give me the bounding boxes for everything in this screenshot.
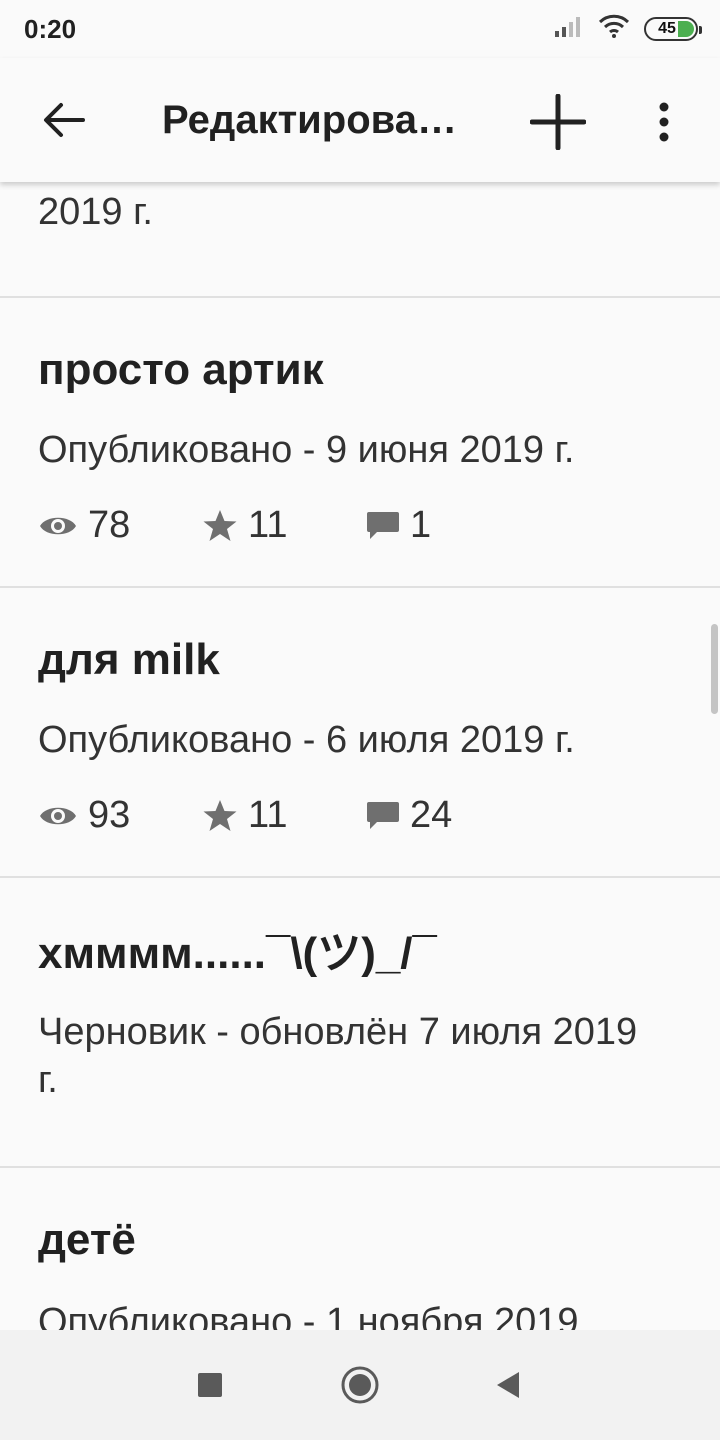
scrollbar[interactable] xyxy=(711,624,718,714)
eye-icon xyxy=(40,517,76,534)
list-item[interactable]: хмммм......¯\(ツ)_/¯ Черновик - обновлён … xyxy=(0,878,720,1168)
stars-count: 11 xyxy=(248,794,288,836)
post-status: 2019 г. xyxy=(38,191,153,233)
add-button[interactable] xyxy=(528,92,588,152)
status-icons: 45 xyxy=(554,14,702,43)
more-options-button[interactable] xyxy=(646,92,682,152)
views-count: 78 xyxy=(88,504,131,546)
battery-level: 45 xyxy=(658,19,676,37)
comments-count: 24 xyxy=(410,794,453,836)
list-item[interactable]: для milk Опубликовано - 6 июля 2019 г. 9… xyxy=(0,588,720,878)
post-stats: 93 11 24 xyxy=(38,794,452,837)
posts-list[interactable]: 2019 г. просто артик Опубликовано - 9 ию… xyxy=(0,182,720,1330)
plus-icon xyxy=(530,94,586,150)
back-button[interactable] xyxy=(40,96,88,144)
triangle-back-icon xyxy=(497,1372,519,1398)
eye-icon xyxy=(40,807,76,824)
status-time: 0:20 xyxy=(24,14,77,44)
post-title: просто артик xyxy=(38,345,324,394)
circle-icon xyxy=(341,1366,379,1404)
back-nav-button[interactable] xyxy=(486,1363,530,1407)
signal-icon xyxy=(554,14,584,43)
post-status: Опубликовано - 6 июля 2019 г. xyxy=(38,719,575,761)
app-bar: Редактирова… xyxy=(0,58,720,182)
home-button[interactable] xyxy=(338,1363,382,1407)
star-icon xyxy=(203,509,237,541)
list-item[interactable]: просто артик Опубликовано - 9 июня 2019 … xyxy=(0,298,720,588)
post-title: хмммм......¯\(ツ)_/¯ xyxy=(38,929,437,978)
post-status: Черновик - обновлён 7 июля 2019 г. xyxy=(38,1011,638,1101)
more-vert-icon xyxy=(659,102,669,142)
status-bar: 0:20 45 xyxy=(0,0,720,58)
square-icon xyxy=(198,1373,222,1397)
post-status: Опубликовано - 9 июня 2019 г. xyxy=(38,429,575,471)
recents-button[interactable] xyxy=(188,1363,232,1407)
stars-count: 11 xyxy=(248,504,288,546)
post-stats: 78 11 1 xyxy=(38,504,431,547)
comment-icon xyxy=(367,801,399,829)
page-title: Редактирова… xyxy=(162,98,457,142)
post-title: для milk xyxy=(38,635,220,684)
comment-icon xyxy=(367,511,399,539)
post-title: детё xyxy=(38,1215,136,1264)
post-status: Опубликовано - 1 ноября 2019 xyxy=(38,1301,579,1330)
battery-icon: 45 xyxy=(644,16,702,41)
star-icon xyxy=(203,799,237,831)
system-nav-bar xyxy=(0,1330,720,1440)
arrow-back-icon xyxy=(44,103,85,137)
list-item[interactable]: 2019 г. xyxy=(0,182,720,298)
comments-count: 1 xyxy=(410,504,432,546)
wifi-icon xyxy=(598,14,630,43)
list-item[interactable]: детё Опубликовано - 1 ноября 2019 xyxy=(0,1168,720,1330)
views-count: 93 xyxy=(88,794,131,836)
